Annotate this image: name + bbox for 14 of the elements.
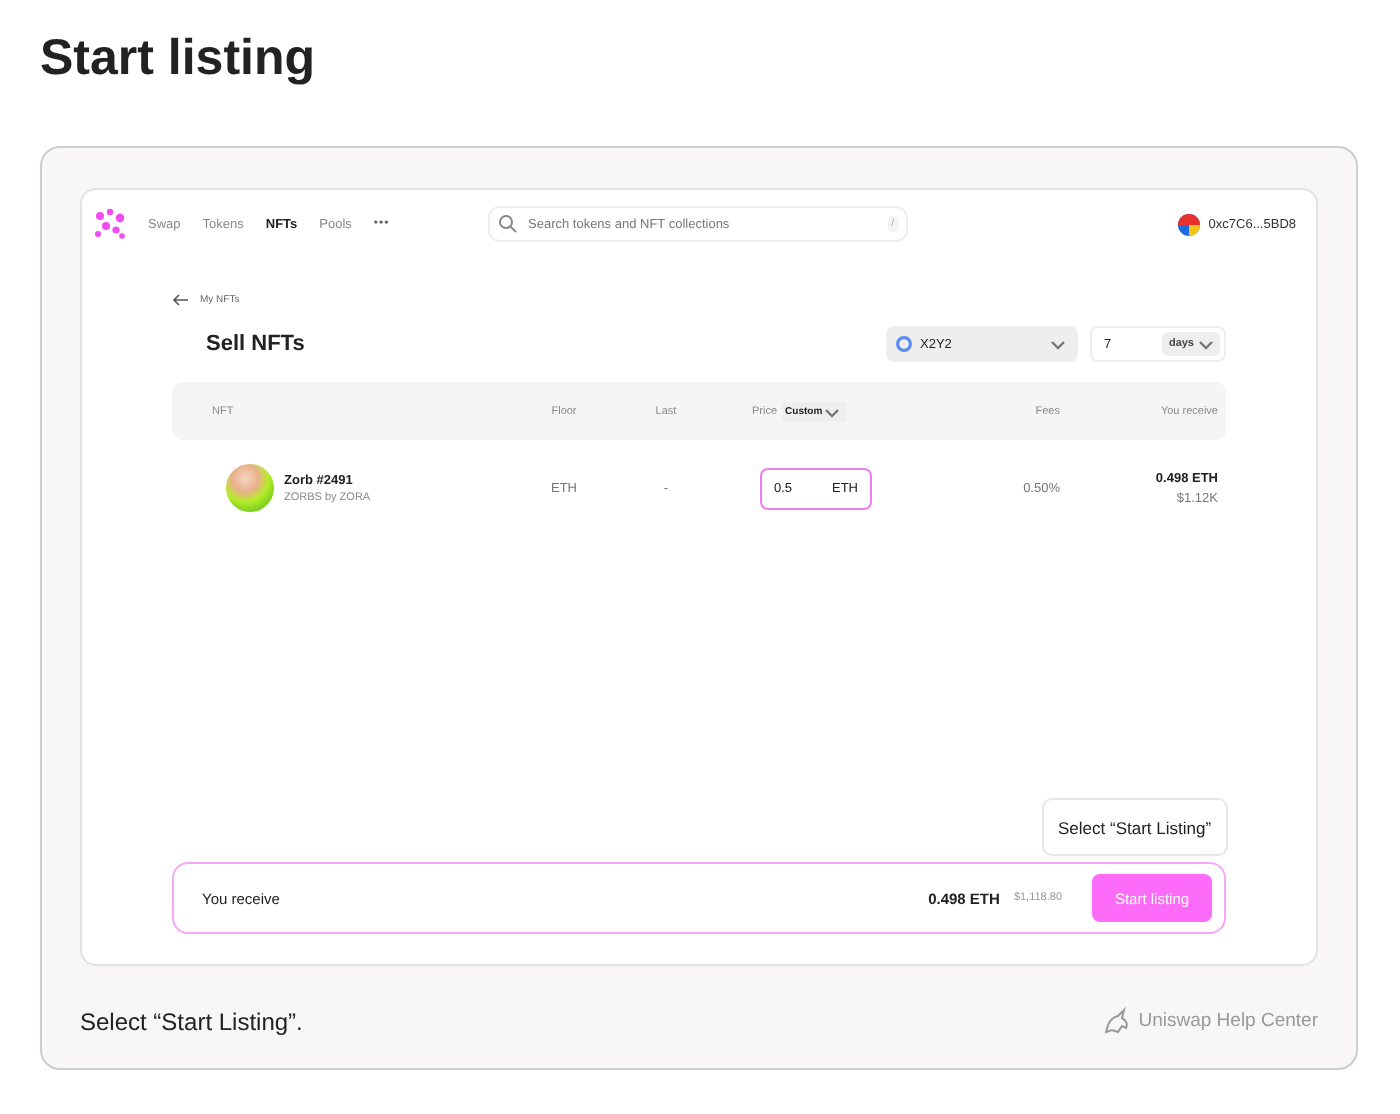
page-heading: Start listing	[40, 28, 318, 90]
logo-icon	[92, 206, 128, 242]
caret-icon	[822, 403, 843, 419]
marketplace-icon	[896, 336, 912, 352]
avatar-icon	[1178, 213, 1201, 235]
unicorn-icon	[1100, 1005, 1133, 1037]
source-label: Uniswap Help Center	[1138, 1010, 1318, 1032]
caret-icon	[1196, 336, 1216, 352]
nft-orb-icon	[226, 464, 274, 512]
tooltip: Select “Start Listing”	[1042, 798, 1228, 856]
caption: Select “Start Listing”.	[80, 1007, 303, 1035]
caret-icon	[1048, 336, 1068, 352]
page-title: Sell NFTs	[206, 332, 305, 356]
back-arrow-icon	[172, 294, 188, 306]
